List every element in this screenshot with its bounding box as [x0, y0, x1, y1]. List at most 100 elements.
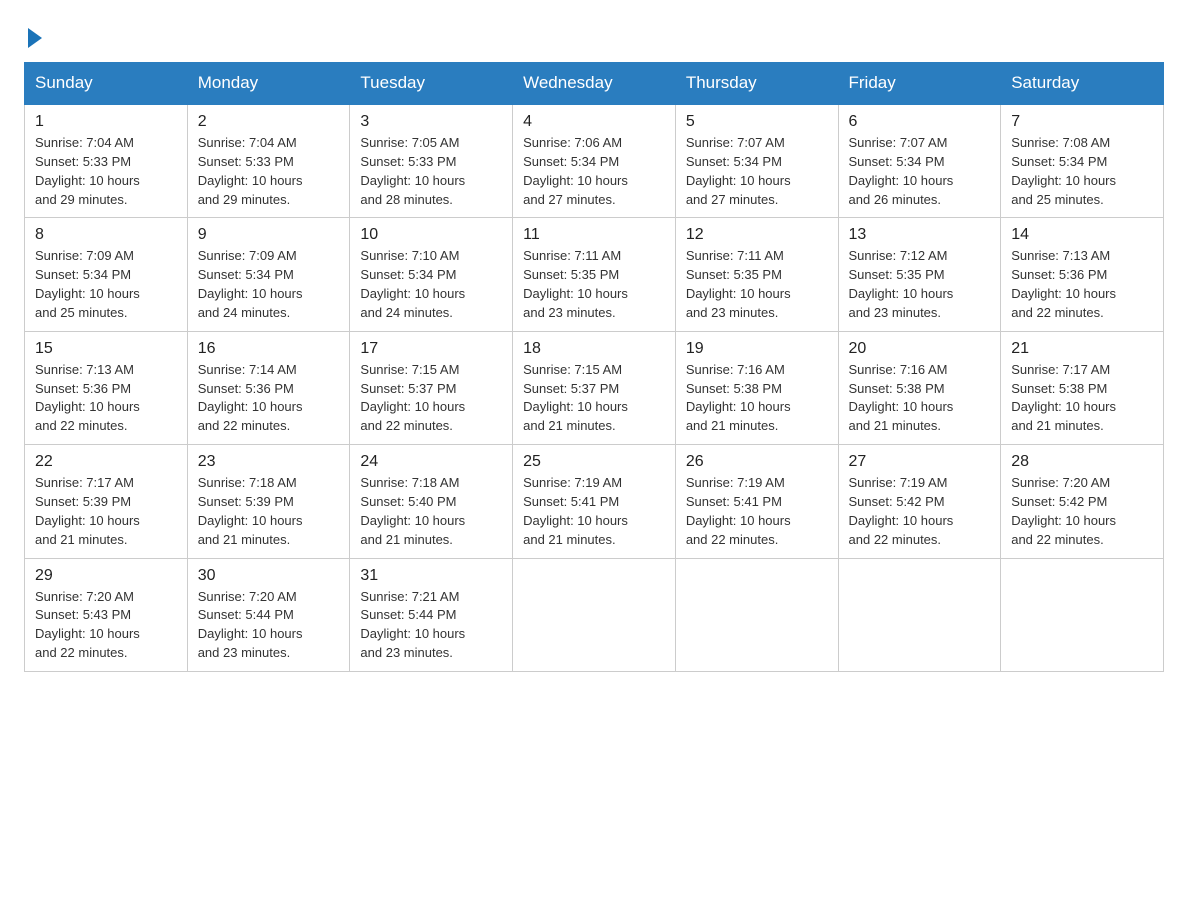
day-info: Sunrise: 7:07 AMSunset: 5:34 PMDaylight:… — [686, 135, 791, 207]
day-number: 6 — [849, 113, 991, 131]
calendar-cell: 24 Sunrise: 7:18 AMSunset: 5:40 PMDaylig… — [350, 445, 513, 558]
day-number: 4 — [523, 113, 665, 131]
day-number: 30 — [198, 567, 340, 585]
logo — [24, 24, 42, 44]
calendar-cell: 12 Sunrise: 7:11 AMSunset: 5:35 PMDaylig… — [675, 218, 838, 331]
day-number: 16 — [198, 340, 340, 358]
calendar-cell: 30 Sunrise: 7:20 AMSunset: 5:44 PMDaylig… — [187, 558, 350, 671]
day-number: 26 — [686, 453, 828, 471]
day-info: Sunrise: 7:08 AMSunset: 5:34 PMDaylight:… — [1011, 135, 1116, 207]
calendar-cell: 29 Sunrise: 7:20 AMSunset: 5:43 PMDaylig… — [25, 558, 188, 671]
day-number: 15 — [35, 340, 177, 358]
day-number: 10 — [360, 226, 502, 244]
header-thursday: Thursday — [675, 63, 838, 105]
day-number: 12 — [686, 226, 828, 244]
calendar-cell: 19 Sunrise: 7:16 AMSunset: 5:38 PMDaylig… — [675, 331, 838, 444]
calendar-cell: 18 Sunrise: 7:15 AMSunset: 5:37 PMDaylig… — [513, 331, 676, 444]
day-info: Sunrise: 7:04 AMSunset: 5:33 PMDaylight:… — [35, 135, 140, 207]
header-friday: Friday — [838, 63, 1001, 105]
calendar-cell: 2 Sunrise: 7:04 AMSunset: 5:33 PMDayligh… — [187, 104, 350, 218]
calendar-cell: 20 Sunrise: 7:16 AMSunset: 5:38 PMDaylig… — [838, 331, 1001, 444]
calendar-cell: 23 Sunrise: 7:18 AMSunset: 5:39 PMDaylig… — [187, 445, 350, 558]
day-info: Sunrise: 7:13 AMSunset: 5:36 PMDaylight:… — [1011, 248, 1116, 320]
day-number: 23 — [198, 453, 340, 471]
page-header — [24, 24, 1164, 44]
calendar-cell: 27 Sunrise: 7:19 AMSunset: 5:42 PMDaylig… — [838, 445, 1001, 558]
day-info: Sunrise: 7:19 AMSunset: 5:41 PMDaylight:… — [523, 475, 628, 547]
day-info: Sunrise: 7:09 AMSunset: 5:34 PMDaylight:… — [35, 248, 140, 320]
day-info: Sunrise: 7:20 AMSunset: 5:44 PMDaylight:… — [198, 589, 303, 661]
calendar-week-2: 8 Sunrise: 7:09 AMSunset: 5:34 PMDayligh… — [25, 218, 1164, 331]
calendar-cell: 11 Sunrise: 7:11 AMSunset: 5:35 PMDaylig… — [513, 218, 676, 331]
calendar-cell — [1001, 558, 1164, 671]
calendar-cell: 8 Sunrise: 7:09 AMSunset: 5:34 PMDayligh… — [25, 218, 188, 331]
calendar-cell: 16 Sunrise: 7:14 AMSunset: 5:36 PMDaylig… — [187, 331, 350, 444]
day-info: Sunrise: 7:20 AMSunset: 5:43 PMDaylight:… — [35, 589, 140, 661]
day-number: 7 — [1011, 113, 1153, 131]
day-info: Sunrise: 7:15 AMSunset: 5:37 PMDaylight:… — [360, 362, 465, 434]
day-info: Sunrise: 7:21 AMSunset: 5:44 PMDaylight:… — [360, 589, 465, 661]
day-number: 27 — [849, 453, 991, 471]
day-info: Sunrise: 7:19 AMSunset: 5:41 PMDaylight:… — [686, 475, 791, 547]
day-number: 17 — [360, 340, 502, 358]
day-info: Sunrise: 7:13 AMSunset: 5:36 PMDaylight:… — [35, 362, 140, 434]
day-number: 11 — [523, 226, 665, 244]
day-info: Sunrise: 7:09 AMSunset: 5:34 PMDaylight:… — [198, 248, 303, 320]
calendar-cell: 1 Sunrise: 7:04 AMSunset: 5:33 PMDayligh… — [25, 104, 188, 218]
calendar-cell — [675, 558, 838, 671]
day-number: 8 — [35, 226, 177, 244]
day-number: 14 — [1011, 226, 1153, 244]
header-wednesday: Wednesday — [513, 63, 676, 105]
day-number: 22 — [35, 453, 177, 471]
day-number: 19 — [686, 340, 828, 358]
day-info: Sunrise: 7:18 AMSunset: 5:39 PMDaylight:… — [198, 475, 303, 547]
calendar-cell: 14 Sunrise: 7:13 AMSunset: 5:36 PMDaylig… — [1001, 218, 1164, 331]
day-info: Sunrise: 7:16 AMSunset: 5:38 PMDaylight:… — [686, 362, 791, 434]
day-info: Sunrise: 7:05 AMSunset: 5:33 PMDaylight:… — [360, 135, 465, 207]
calendar-cell: 13 Sunrise: 7:12 AMSunset: 5:35 PMDaylig… — [838, 218, 1001, 331]
calendar-week-4: 22 Sunrise: 7:17 AMSunset: 5:39 PMDaylig… — [25, 445, 1164, 558]
calendar-cell: 15 Sunrise: 7:13 AMSunset: 5:36 PMDaylig… — [25, 331, 188, 444]
calendar-cell: 26 Sunrise: 7:19 AMSunset: 5:41 PMDaylig… — [675, 445, 838, 558]
day-info: Sunrise: 7:17 AMSunset: 5:39 PMDaylight:… — [35, 475, 140, 547]
day-info: Sunrise: 7:16 AMSunset: 5:38 PMDaylight:… — [849, 362, 954, 434]
day-info: Sunrise: 7:04 AMSunset: 5:33 PMDaylight:… — [198, 135, 303, 207]
day-number: 1 — [35, 113, 177, 131]
day-info: Sunrise: 7:14 AMSunset: 5:36 PMDaylight:… — [198, 362, 303, 434]
header-sunday: Sunday — [25, 63, 188, 105]
calendar-cell: 17 Sunrise: 7:15 AMSunset: 5:37 PMDaylig… — [350, 331, 513, 444]
calendar-cell: 9 Sunrise: 7:09 AMSunset: 5:34 PMDayligh… — [187, 218, 350, 331]
day-number: 29 — [35, 567, 177, 585]
calendar-cell — [513, 558, 676, 671]
day-info: Sunrise: 7:10 AMSunset: 5:34 PMDaylight:… — [360, 248, 465, 320]
calendar-cell: 10 Sunrise: 7:10 AMSunset: 5:34 PMDaylig… — [350, 218, 513, 331]
calendar-cell: 7 Sunrise: 7:08 AMSunset: 5:34 PMDayligh… — [1001, 104, 1164, 218]
calendar-cell: 21 Sunrise: 7:17 AMSunset: 5:38 PMDaylig… — [1001, 331, 1164, 444]
calendar-cell: 22 Sunrise: 7:17 AMSunset: 5:39 PMDaylig… — [25, 445, 188, 558]
day-info: Sunrise: 7:20 AMSunset: 5:42 PMDaylight:… — [1011, 475, 1116, 547]
calendar-week-1: 1 Sunrise: 7:04 AMSunset: 5:33 PMDayligh… — [25, 104, 1164, 218]
day-info: Sunrise: 7:19 AMSunset: 5:42 PMDaylight:… — [849, 475, 954, 547]
day-number: 28 — [1011, 453, 1153, 471]
day-number: 2 — [198, 113, 340, 131]
calendar-header-row: SundayMondayTuesdayWednesdayThursdayFrid… — [25, 63, 1164, 105]
day-info: Sunrise: 7:18 AMSunset: 5:40 PMDaylight:… — [360, 475, 465, 547]
day-info: Sunrise: 7:11 AMSunset: 5:35 PMDaylight:… — [523, 248, 628, 320]
calendar-cell — [838, 558, 1001, 671]
day-number: 31 — [360, 567, 502, 585]
day-number: 24 — [360, 453, 502, 471]
calendar-cell: 28 Sunrise: 7:20 AMSunset: 5:42 PMDaylig… — [1001, 445, 1164, 558]
day-info: Sunrise: 7:17 AMSunset: 5:38 PMDaylight:… — [1011, 362, 1116, 434]
day-info: Sunrise: 7:11 AMSunset: 5:35 PMDaylight:… — [686, 248, 791, 320]
day-info: Sunrise: 7:06 AMSunset: 5:34 PMDaylight:… — [523, 135, 628, 207]
calendar-cell: 25 Sunrise: 7:19 AMSunset: 5:41 PMDaylig… — [513, 445, 676, 558]
calendar-cell: 3 Sunrise: 7:05 AMSunset: 5:33 PMDayligh… — [350, 104, 513, 218]
day-number: 21 — [1011, 340, 1153, 358]
calendar-cell: 31 Sunrise: 7:21 AMSunset: 5:44 PMDaylig… — [350, 558, 513, 671]
calendar-cell: 5 Sunrise: 7:07 AMSunset: 5:34 PMDayligh… — [675, 104, 838, 218]
day-number: 20 — [849, 340, 991, 358]
calendar-cell: 4 Sunrise: 7:06 AMSunset: 5:34 PMDayligh… — [513, 104, 676, 218]
day-info: Sunrise: 7:15 AMSunset: 5:37 PMDaylight:… — [523, 362, 628, 434]
calendar-cell: 6 Sunrise: 7:07 AMSunset: 5:34 PMDayligh… — [838, 104, 1001, 218]
day-number: 13 — [849, 226, 991, 244]
